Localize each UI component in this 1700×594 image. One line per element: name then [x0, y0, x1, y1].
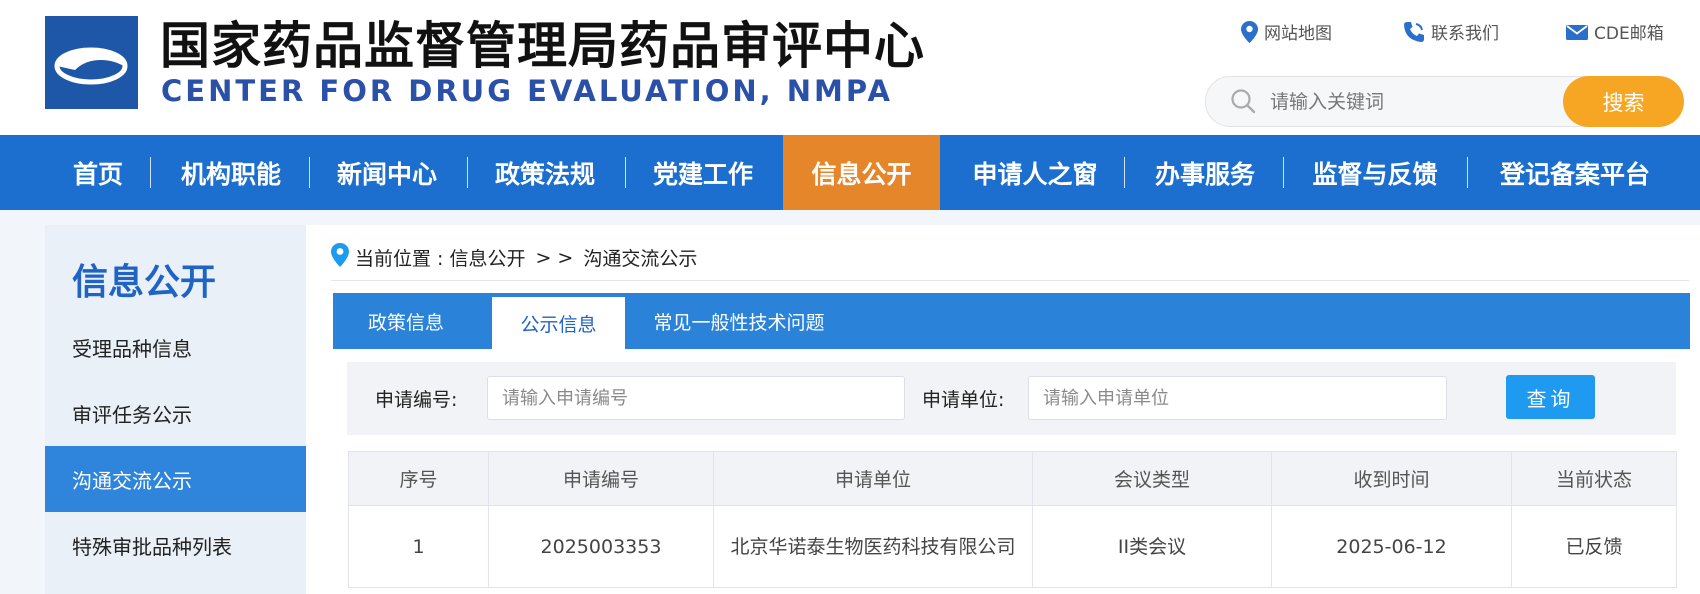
cde-logo[interactable] — [45, 16, 138, 109]
cell-meeting-type: II类会议 — [1032, 505, 1272, 588]
column-header-received-date: 收到时间 — [1271, 451, 1512, 506]
top-link-label: CDE邮箱 — [1594, 24, 1664, 44]
nav-divider — [1124, 157, 1125, 188]
nav-item-registration-platform[interactable]: 登记备案平台 — [1470, 135, 1680, 210]
nav-divider — [1283, 157, 1284, 188]
nav-divider — [150, 157, 151, 188]
map-pin-icon — [1241, 20, 1258, 43]
sidebar-title: 信息公开 — [72, 262, 217, 303]
tab-technical-faq[interactable]: 常见一般性技术问题 — [644, 293, 834, 349]
breadcrumb-prefix: 当前位置 : — [355, 248, 444, 270]
breadcrumb-current: 沟通交流公示 — [583, 248, 698, 270]
column-header-meeting-type: 会议类型 — [1032, 451, 1272, 506]
search-box: 搜索 — [1205, 76, 1684, 127]
cell-applicant: 北京华诺泰生物医药科技有限公司 — [713, 505, 1033, 588]
table-header-row: 序号 申请编号 申请单位 会议类型 收到时间 当前状态 — [348, 451, 1677, 506]
main-nav: 首页 机构职能 新闻中心 政策法规 党建工作 信息公开 申请人之窗 办事服务 监… — [0, 135, 1700, 210]
sidebar-item-special-approval[interactable]: 特殊审批品种列表 — [45, 512, 306, 578]
search-button[interactable]: 搜索 — [1563, 76, 1684, 127]
search-icon — [1230, 88, 1256, 118]
tab-bar: 政策信息 公示信息 常见一般性技术问题 — [333, 293, 1690, 349]
mail-icon — [1566, 24, 1588, 40]
nav-item-policies[interactable]: 政策法规 — [470, 135, 620, 210]
sidebar-item-review-tasks[interactable]: 审评任务公示 — [45, 380, 306, 446]
site-title: 国家药品监督管理局药品审评中心 — [160, 17, 925, 75]
top-link-label: 联系我们 — [1431, 24, 1499, 44]
column-header-application-number: 申请编号 — [488, 451, 714, 506]
breadcrumb-separator: > > — [535, 246, 574, 269]
results-table: 序号 申请编号 申请单位 会议类型 收到时间 当前状态 1 2025003353… — [348, 451, 1677, 588]
table-row[interactable]: 1 2025003353 北京华诺泰生物医药科技有限公司 II类会议 2025-… — [348, 505, 1677, 588]
nav-item-applicant-window[interactable]: 申请人之窗 — [951, 135, 1119, 210]
sidebar-item-communication[interactable]: 沟通交流公示 — [45, 446, 306, 512]
applicant-input[interactable] — [1028, 376, 1447, 420]
breadcrumb-divider — [331, 280, 1689, 281]
site-subtitle: CENTER FOR DRUG EVALUATION, NMPA — [161, 74, 893, 108]
query-button[interactable]: 查询 — [1506, 375, 1595, 419]
column-header-index: 序号 — [348, 451, 489, 506]
cell-index: 1 — [348, 505, 489, 588]
nav-item-supervision-feedback[interactable]: 监督与反馈 — [1287, 135, 1463, 210]
cell-application-number: 2025003353 — [488, 505, 714, 588]
cell-status: 已反馈 — [1511, 505, 1677, 588]
filter-bar: 申请编号: 申请单位: 查询 — [347, 362, 1676, 435]
breadcrumb-section[interactable]: 信息公开 — [449, 244, 525, 271]
top-link-sitemap[interactable]: 网站地图 — [1241, 19, 1332, 44]
nav-divider — [467, 157, 468, 188]
nav-item-information-disclosure[interactable]: 信息公开 — [783, 135, 940, 210]
application-number-input[interactable] — [487, 376, 905, 420]
nav-item-home[interactable]: 首页 — [42, 135, 154, 210]
cell-received-date: 2025-06-12 — [1271, 505, 1512, 588]
nav-item-news[interactable]: 新闻中心 — [312, 135, 462, 210]
site-header: 国家药品监督管理局药品审评中心 CENTER FOR DRUG EVALUATI… — [0, 0, 1700, 135]
sidebar: 信息公开 受理品种信息 审评任务公示 沟通交流公示 特殊审批品种列表 — [45, 225, 306, 594]
breadcrumb: 当前位置 : 信息公开 > > 沟通交流公示 — [331, 243, 697, 272]
search-input[interactable] — [1268, 86, 1552, 118]
nav-item-functions[interactable]: 机构职能 — [156, 135, 306, 210]
phone-icon — [1403, 21, 1425, 43]
nav-divider — [1467, 157, 1468, 188]
column-header-applicant: 申请单位 — [713, 451, 1033, 506]
nav-item-party-building[interactable]: 党建工作 — [628, 135, 778, 210]
nav-divider — [625, 157, 626, 188]
main-panel: 当前位置 : 信息公开 > > 沟通交流公示 政策信息 公示信息 常见一般性技术… — [306, 225, 1700, 594]
nav-divider — [309, 157, 310, 188]
tab-public-notice[interactable]: 公示信息 — [492, 297, 625, 349]
applicant-label: 申请单位: — [922, 389, 1005, 411]
sidebar-item-accepted-varieties[interactable]: 受理品种信息 — [45, 314, 306, 380]
top-link-contact[interactable]: 联系我们 — [1403, 19, 1499, 44]
location-pin-icon — [331, 243, 349, 272]
application-number-label: 申请编号: — [375, 389, 458, 411]
column-header-status: 当前状态 — [1511, 451, 1677, 506]
top-link-mailbox[interactable]: CDE邮箱 — [1566, 19, 1664, 44]
tab-policy-info[interactable]: 政策信息 — [341, 293, 471, 349]
top-link-label: 网站地图 — [1264, 24, 1332, 44]
nav-item-services[interactable]: 办事服务 — [1129, 135, 1281, 210]
